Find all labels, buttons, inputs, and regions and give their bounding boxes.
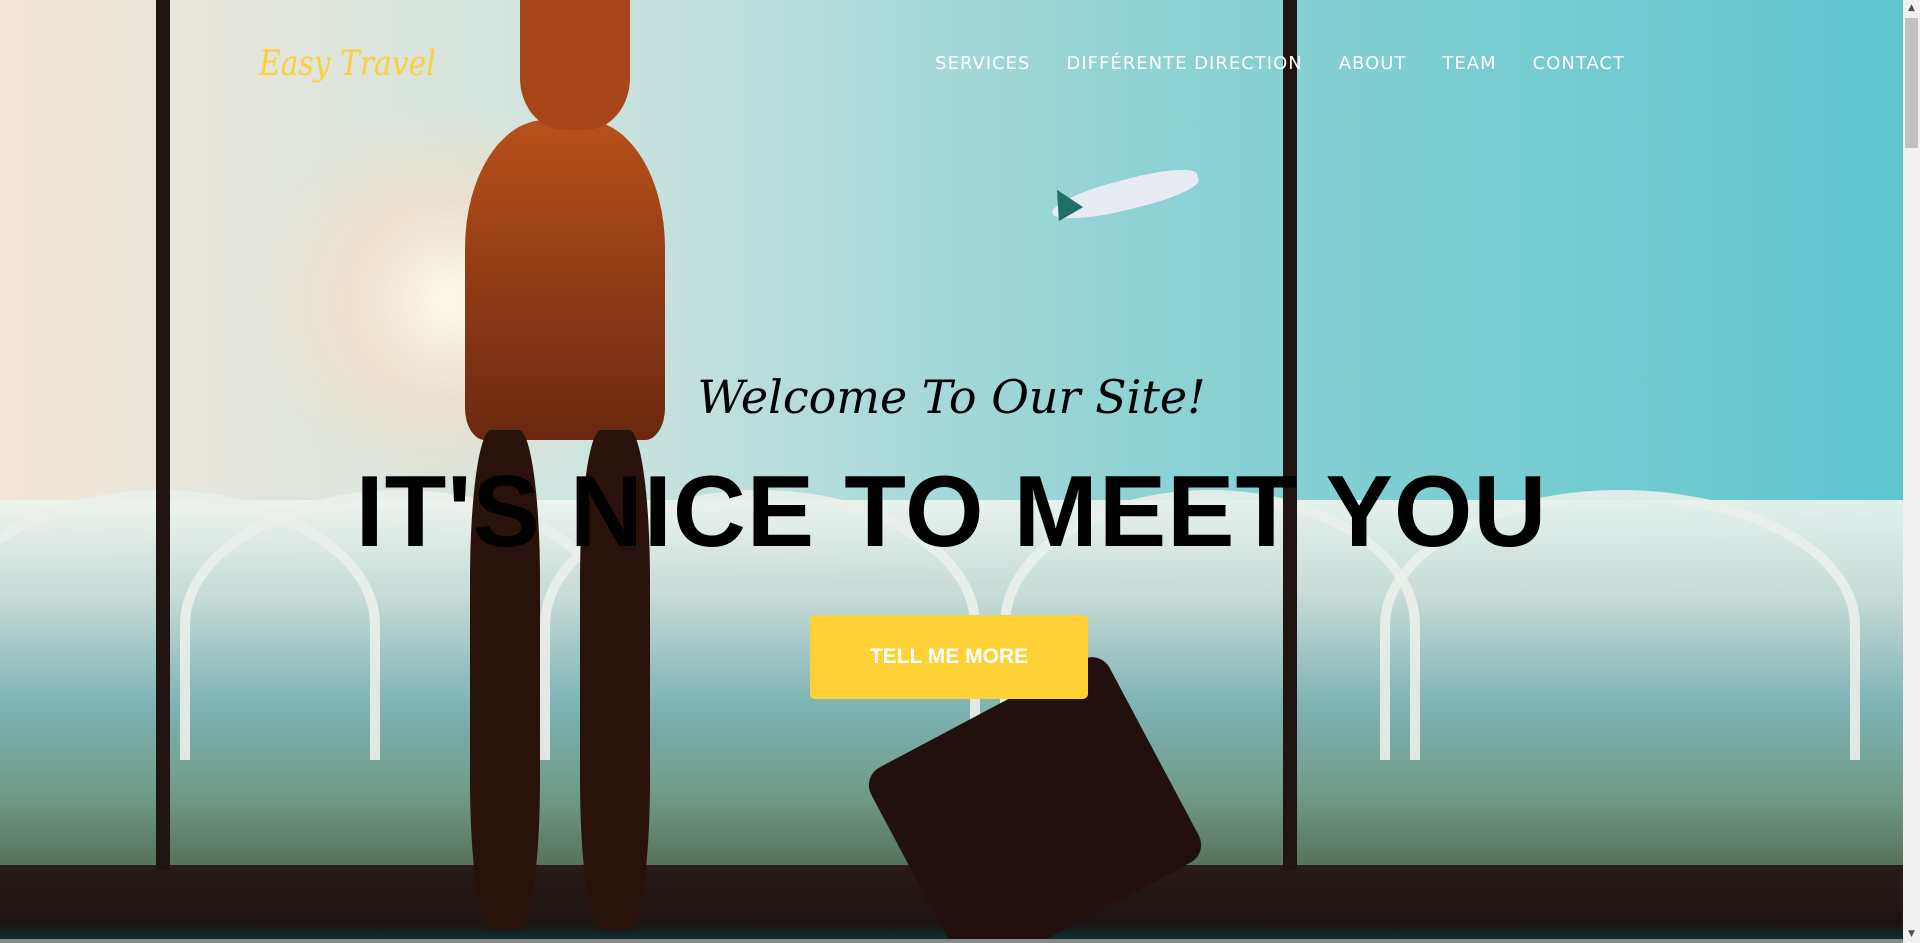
site-logo[interactable]: Easy Travel (259, 44, 436, 84)
nav-item-about[interactable]: ABOUT (1339, 53, 1407, 74)
scrollbar-thumb[interactable] (1905, 18, 1918, 148)
scroll-down-arrow-icon[interactable]: ▼ (1903, 926, 1920, 943)
scroll-up-arrow-icon[interactable]: ▲ (1903, 0, 1920, 17)
bottom-edge (0, 939, 1903, 943)
tell-me-more-button[interactable]: TELL ME MORE (810, 615, 1088, 699)
window-frame (1283, 0, 1297, 870)
nav-item-team[interactable]: TEAM (1442, 53, 1496, 74)
nav-item-differente-direction[interactable]: DIFFÉRENTE DIRECTION (1066, 53, 1302, 74)
nav-item-services[interactable]: SERVICES (935, 53, 1030, 74)
window-frame (156, 0, 170, 870)
vertical-scrollbar[interactable]: ▲ ▼ (1903, 0, 1920, 943)
top-navbar: Easy Travel SERVICES DIFFÉRENTE DIRECTIO… (0, 0, 1903, 130)
nav-item-contact[interactable]: CONTACT (1533, 53, 1625, 74)
hero-subheading: Welcome To Our Site! (697, 370, 1206, 424)
hero-heading: IT'S NICE TO MEET YOU (355, 456, 1548, 568)
nav-menu: SERVICES DIFFÉRENTE DIRECTION ABOUT TEAM… (935, 53, 1625, 74)
